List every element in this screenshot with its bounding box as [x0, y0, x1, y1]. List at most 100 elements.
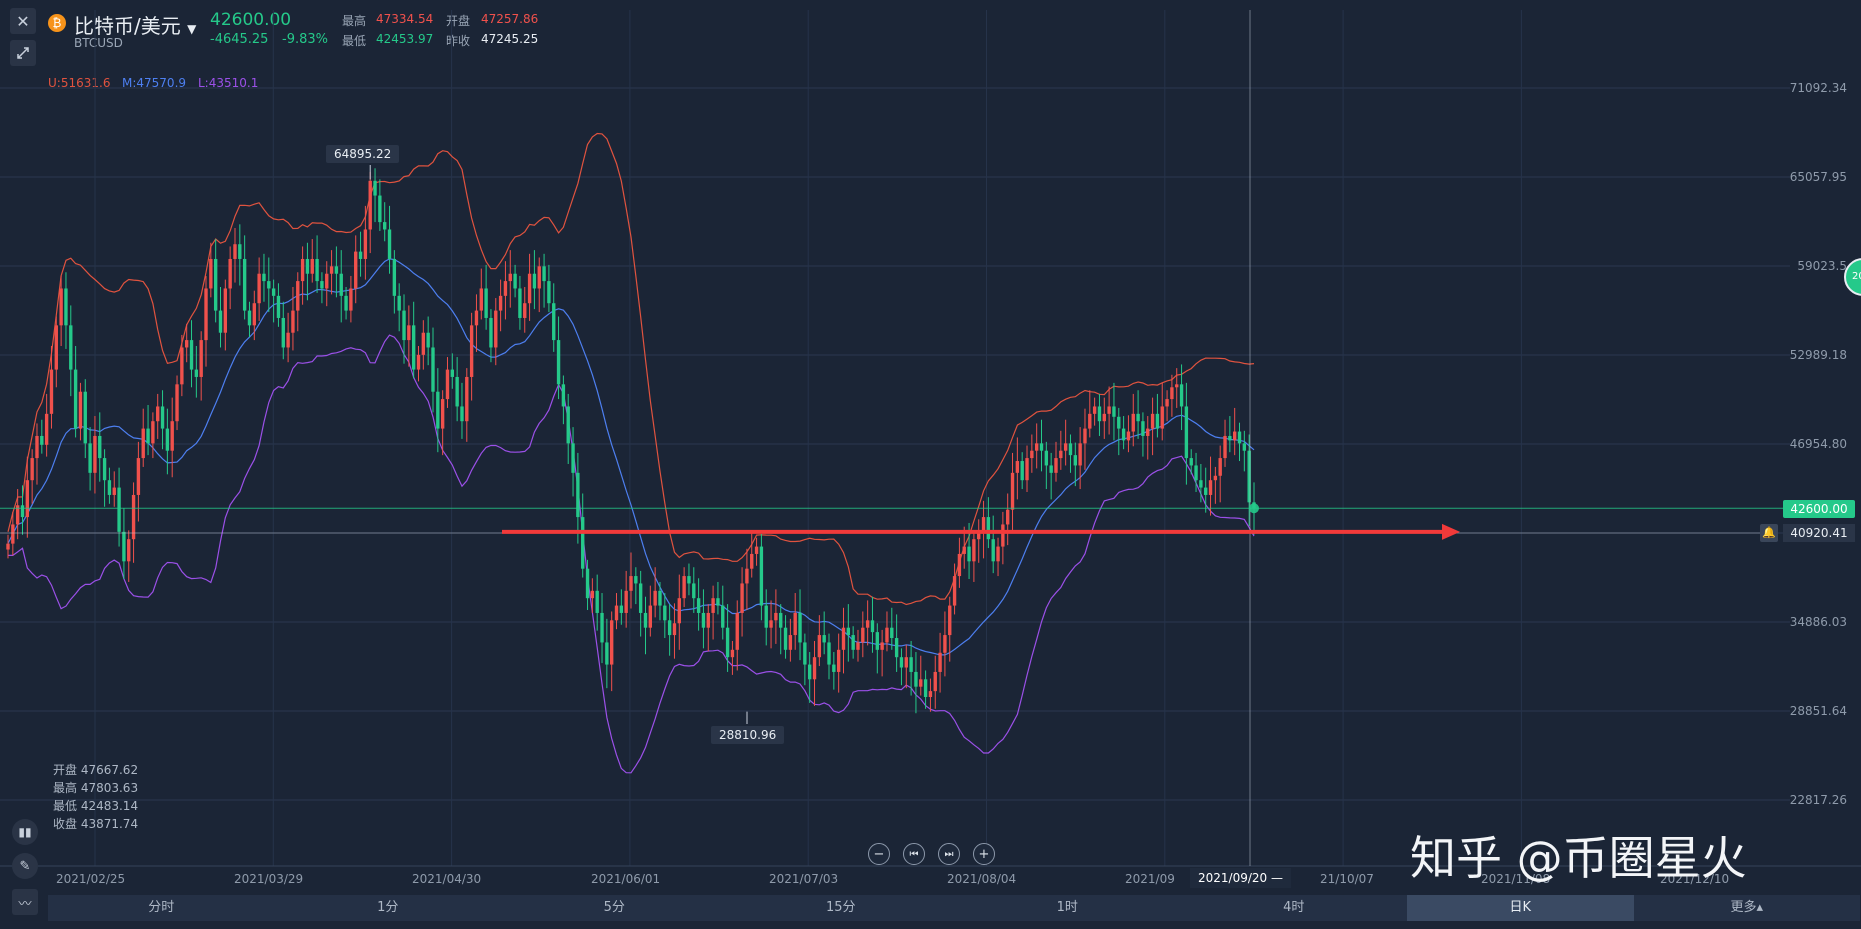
info-low: 最低 42483.14 — [53, 799, 139, 813]
candle-body — [552, 303, 556, 341]
timeframe-tab[interactable]: 1时 — [954, 895, 1181, 921]
candle-body — [793, 612, 797, 636]
candle-body — [151, 421, 155, 444]
jump-end-button[interactable]: ⏭ — [938, 843, 960, 865]
candle-body — [836, 649, 841, 672]
candle-body — [1092, 406, 1097, 414]
candle-body — [1208, 480, 1213, 495]
candle-body — [49, 369, 54, 414]
candle-body — [537, 266, 541, 289]
candle-body — [242, 258, 247, 311]
candle-body — [875, 632, 879, 650]
candle-body — [638, 583, 643, 613]
alert-bell-icon[interactable]: 🔔 — [1760, 524, 1778, 542]
candle-body — [1189, 458, 1193, 466]
candle-body — [629, 576, 633, 591]
candle-body — [397, 295, 401, 311]
candle-body — [590, 590, 595, 599]
candle-body — [1223, 435, 1227, 459]
candle-body — [334, 266, 339, 274]
candle-body — [1232, 431, 1237, 441]
candle-body — [667, 620, 672, 636]
candle-body — [189, 340, 194, 370]
x-tick: 2021/09 — [1125, 872, 1175, 886]
candle-body — [6, 543, 10, 550]
candle-body — [1160, 406, 1164, 429]
zoom-in-button[interactable]: + — [973, 843, 995, 865]
candle-body — [455, 376, 459, 407]
candle-body — [136, 458, 141, 495]
candle-body — [827, 642, 831, 665]
candle-body — [1044, 450, 1049, 466]
candle-body — [1242, 443, 1247, 451]
timeframe-tab[interactable]: 5分 — [501, 895, 728, 921]
candle-body — [571, 443, 575, 473]
candle-body — [310, 258, 314, 274]
x-tick: 2021/03/29 — [234, 872, 304, 886]
candle-body — [107, 480, 112, 495]
candle-body — [774, 612, 778, 621]
info-high: 最高 47803.63 — [53, 781, 139, 795]
timeframe-tab[interactable]: 更多▴ — [1634, 895, 1861, 921]
timeframe-tab[interactable]: 1分 — [275, 895, 502, 921]
timeframe-tab[interactable]: 15分 — [728, 895, 955, 921]
candle-body — [407, 325, 411, 341]
candle-body — [518, 288, 522, 318]
candle-body — [812, 657, 817, 680]
x-tick: 2021/04/30 — [412, 872, 482, 886]
candle-body — [798, 612, 802, 643]
y-tick: 22817.26 — [1789, 793, 1847, 807]
candle-body — [663, 605, 667, 621]
candle-body — [803, 642, 807, 665]
candle-body — [112, 487, 116, 495]
candle-body — [1170, 387, 1174, 400]
chart-type-button[interactable]: 〰 — [12, 889, 38, 915]
candle-body — [325, 273, 329, 289]
candle-body — [957, 553, 962, 577]
candle-body — [1150, 413, 1155, 429]
x-tick: 2021/07/03 — [769, 872, 839, 886]
candle-body — [489, 317, 493, 348]
candlestick-chart[interactable] — [0, 0, 1861, 929]
candle-body — [1165, 399, 1169, 407]
candle-body — [146, 428, 150, 444]
candle-body — [267, 281, 271, 289]
crosshair-date-tag: 2021/09/20 — — [1190, 868, 1291, 888]
candle-body — [1175, 384, 1179, 388]
timeframe-tab[interactable]: 4时 — [1181, 895, 1408, 921]
candle-body — [643, 612, 648, 628]
candle-body — [634, 576, 638, 584]
candle-body — [624, 590, 628, 613]
candle-body — [1006, 509, 1010, 525]
timeframe-tab[interactable]: 日K — [1407, 895, 1634, 921]
zoom-out-button[interactable]: − — [868, 843, 890, 865]
candle-body — [1218, 458, 1222, 476]
line-chart-icon: 〰 — [18, 896, 32, 912]
candle-body — [88, 443, 92, 473]
candle-body — [783, 627, 788, 650]
candle-body — [59, 288, 63, 326]
candle-body — [262, 273, 266, 282]
current-price-dot — [1249, 503, 1259, 514]
candle-body — [305, 258, 310, 274]
candle-body — [503, 281, 508, 296]
candle-body — [1117, 416, 1121, 429]
candle-body — [711, 598, 715, 613]
candle-body — [996, 546, 1000, 562]
bars-icon: ▮▮ — [18, 825, 32, 839]
candle-body — [276, 295, 281, 318]
timeframe-tab[interactable]: 分时 — [48, 895, 275, 921]
jump-start-button[interactable]: ⏮ — [903, 843, 925, 865]
candle-body — [1199, 480, 1203, 488]
candle-body — [692, 583, 696, 599]
indicator-button[interactable]: ▮▮ — [12, 819, 38, 845]
candle-body — [83, 391, 87, 444]
candle-body — [1107, 406, 1111, 414]
candle-body — [779, 612, 783, 628]
candle-body — [928, 691, 933, 698]
upper-band-line — [7, 132, 1255, 606]
candle-body — [865, 620, 870, 628]
candle-body — [861, 627, 865, 643]
candle-body — [1121, 428, 1126, 441]
draw-button[interactable]: ✎ — [12, 853, 38, 879]
